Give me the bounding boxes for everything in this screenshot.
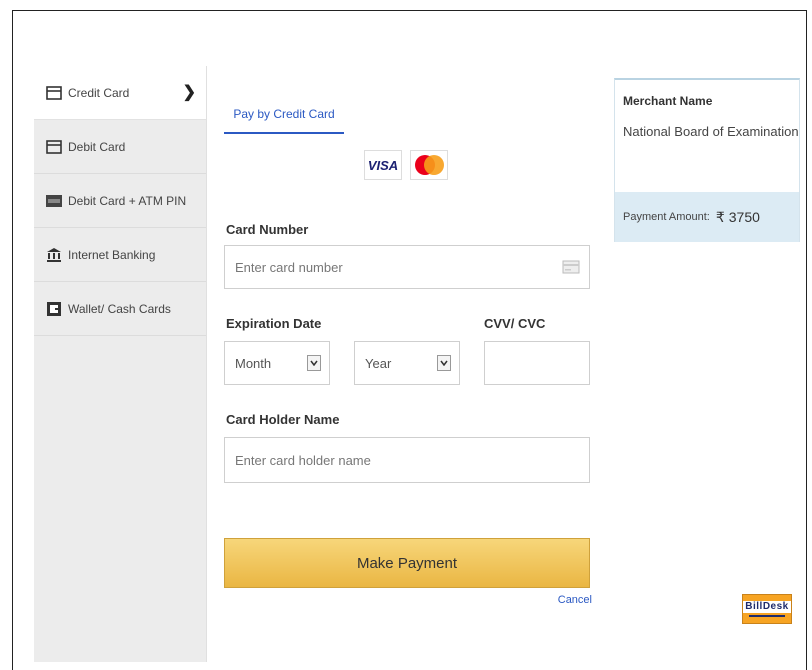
sidebar-item-debit-card[interactable]: Debit Card — [34, 120, 206, 174]
card-number-input[interactable]: Enter card number — [224, 245, 590, 289]
credit-card-icon — [46, 85, 68, 100]
card-holder-placeholder: Enter card holder name — [235, 452, 371, 468]
billdesk-underline — [749, 615, 785, 617]
sidebar-item-credit-card[interactable]: Credit Card ❯ — [34, 66, 206, 120]
sidebar-item-label: Wallet/ Cash Cards — [68, 301, 171, 316]
card-type-icon — [561, 256, 581, 278]
sidebar-item-wallet[interactable]: Wallet/ Cash Cards — [34, 282, 206, 336]
month-select[interactable]: Month — [224, 341, 330, 385]
card-number-placeholder: Enter card number — [235, 259, 343, 275]
atm-pin-icon — [46, 194, 68, 208]
make-payment-button[interactable]: Make Payment — [224, 538, 590, 588]
payment-method-sidebar: Credit Card ❯ Debit Card Debit Card + AT… — [34, 66, 207, 662]
card-holder-name-label: Card Holder Name — [226, 412, 340, 427]
payment-amount-value: 3750 — [728, 209, 760, 225]
debit-card-icon — [46, 139, 68, 154]
sidebar-item-label: Internet Banking — [68, 247, 156, 262]
card-number-label: Card Number — [226, 222, 309, 237]
cvv-label: CVV/ CVC — [484, 316, 546, 331]
visa-logo: VISA — [364, 150, 402, 180]
year-select[interactable]: Year — [354, 341, 460, 385]
sidebar-item-debit-atm-pin[interactable]: Debit Card + ATM PIN — [34, 174, 206, 228]
sidebar-item-internet-banking[interactable]: Internet Banking — [34, 228, 206, 282]
chevron-right-icon: ❯ — [182, 84, 196, 101]
merchant-title: Merchant Name — [623, 94, 713, 108]
cancel-link[interactable]: Cancel — [540, 594, 592, 606]
bank-icon — [46, 247, 68, 263]
card-holder-name-input[interactable]: Enter card holder name — [224, 437, 590, 483]
month-select-value: Month — [235, 355, 272, 371]
merchant-panel: Merchant Name National Board of Examinat… — [614, 78, 800, 242]
sidebar-item-label: Credit Card — [68, 85, 130, 100]
tab-pay-by-credit-card[interactable]: Pay by Credit Card — [224, 96, 344, 134]
chevron-down-icon — [307, 355, 321, 371]
accepted-cards: VISA — [364, 150, 448, 180]
billdesk-logo-text: BillDesk — [743, 601, 791, 613]
payment-amount-label: Payment Amount: — [623, 211, 710, 223]
year-select-value: Year — [365, 355, 392, 371]
sidebar-item-label: Debit Card — [68, 139, 126, 154]
cvv-input[interactable] — [484, 341, 590, 385]
currency-symbol: ₹ — [715, 208, 725, 225]
merchant-name: National Board of Examination — [623, 124, 799, 139]
expiration-date-label: Expiration Date — [226, 316, 322, 331]
sidebar-item-label: Debit Card + ATM PIN — [68, 193, 187, 208]
payment-amount: Payment Amount: ₹ 3750 — [615, 192, 799, 242]
mastercard-logo-icon — [410, 150, 448, 180]
billdesk-logo: BillDesk — [742, 594, 792, 624]
wallet-icon — [46, 301, 68, 317]
chevron-down-icon — [437, 355, 451, 371]
